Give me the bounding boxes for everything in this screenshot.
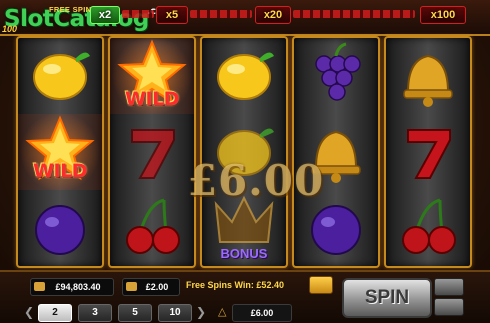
grapes-icon bbox=[315, 42, 361, 101]
wallet-icon bbox=[34, 282, 45, 291]
game-stage: SlotCatalog.com FREE SPINS x2 x5 x20 x10… bbox=[0, 0, 490, 323]
spin-button[interactable]: SPIN bbox=[342, 278, 432, 318]
bonus-label: BONUS bbox=[220, 246, 268, 261]
stake-left-arrow-icon[interactable]: ❮ bbox=[24, 305, 34, 319]
lemon-icon bbox=[33, 52, 90, 100]
stake-right-arrow-icon[interactable]: ❯ bbox=[196, 305, 206, 319]
autoplay-button[interactable] bbox=[309, 276, 333, 294]
stake-button-3[interactable]: 3 bbox=[78, 304, 112, 322]
bell-icon bbox=[403, 54, 453, 107]
reel-3: BONUS bbox=[200, 36, 288, 268]
symbol-wild: WILD bbox=[18, 114, 102, 190]
win-amount-overlay: £6.00 bbox=[187, 156, 325, 205]
symbol-wild: WILD bbox=[110, 38, 194, 114]
multiplier-track-1 bbox=[122, 10, 154, 18]
symbol-plum bbox=[18, 190, 102, 266]
balance-value: £94,803.40 bbox=[55, 282, 101, 292]
multiplier-x100: x100 bbox=[420, 6, 466, 24]
total-bet-display: £6.00 bbox=[232, 304, 292, 322]
free-spins-win: Free Spins Win: £52.40 bbox=[186, 280, 284, 290]
multiplier-track-3 bbox=[293, 10, 415, 18]
symbol-lemon bbox=[202, 38, 286, 114]
top-bar: SlotCatalog.com FREE SPINS x2 x5 x20 x10… bbox=[0, 0, 490, 36]
reel-area: WILD WILD BONUS £6.00 bbox=[16, 36, 472, 268]
quick-spin-button[interactable] bbox=[434, 278, 464, 296]
reel-2: WILD bbox=[108, 36, 196, 268]
stake-button-5[interactable]: 5 bbox=[118, 304, 152, 322]
stake-button-10[interactable]: 10 bbox=[158, 304, 192, 322]
coins-icon bbox=[126, 282, 137, 291]
multiplier-x5: x5 bbox=[156, 6, 188, 24]
plum-icon bbox=[35, 205, 85, 255]
symbol-bell bbox=[386, 38, 470, 114]
trophy-icon: △ bbox=[218, 306, 227, 318]
symbol-cherries bbox=[386, 190, 470, 266]
multiplier-track-2 bbox=[190, 10, 252, 18]
symbol-grapes bbox=[294, 38, 378, 114]
symbol-seven bbox=[386, 114, 470, 190]
bottom-bar: £94,803.40 £2.00 Free Spins Win: £52.40 … bbox=[0, 270, 490, 323]
lemon-icon bbox=[217, 52, 274, 100]
stake-button-2[interactable]: 2 bbox=[38, 304, 72, 322]
seven-icon bbox=[407, 129, 451, 179]
symbol-lemon bbox=[18, 38, 102, 114]
reel-5 bbox=[384, 36, 472, 268]
game-badge: 100 bbox=[2, 24, 18, 34]
cherries-icon bbox=[402, 198, 456, 254]
balance-display: £94,803.40 bbox=[30, 278, 114, 296]
reel-1: WILD bbox=[16, 36, 104, 268]
multiplier-x2: x2 bbox=[90, 6, 120, 24]
wild-label: WILD bbox=[125, 88, 179, 110]
bet-value: £2.00 bbox=[145, 282, 169, 292]
reel-4 bbox=[292, 36, 380, 268]
bet-display: £2.00 bbox=[122, 278, 180, 296]
wild-label: WILD bbox=[33, 160, 87, 182]
settings-button[interactable] bbox=[434, 298, 464, 316]
multiplier-x20: x20 bbox=[255, 6, 291, 24]
